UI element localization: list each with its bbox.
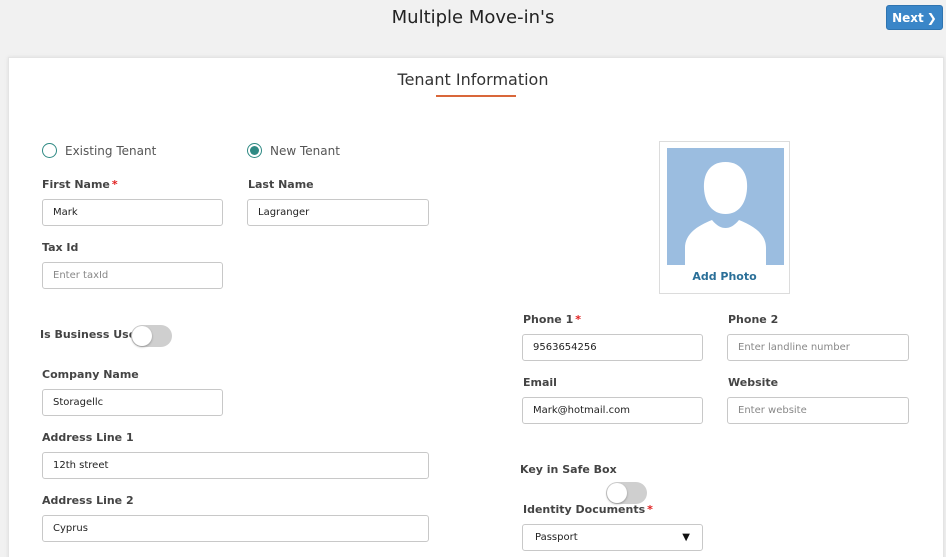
business-user-toggle[interactable] <box>131 325 172 347</box>
photo-card: Add Photo <box>659 141 790 294</box>
address-line-2-input[interactable]: Cyprus <box>42 515 429 542</box>
address-line-1-label: Address Line 1 <box>42 431 134 444</box>
chevron-right-icon: ❯ <box>926 10 937 25</box>
last-name-label: Last Name <box>248 178 314 191</box>
tax-id-input[interactable]: Enter taxId <box>42 262 223 289</box>
page-title: Multiple Move-in's <box>391 7 555 28</box>
next-button[interactable]: Next ❯ <box>886 5 943 30</box>
email-input[interactable]: Mark@hotmail.com <box>522 397 703 424</box>
phone-1-label: Phone 1 * <box>523 313 581 326</box>
tax-id-label: Tax Id <box>42 241 79 254</box>
section-title: Tenant Information <box>397 70 549 89</box>
last-name-input[interactable]: Lagranger <box>247 199 429 226</box>
phone-1-input[interactable]: 9563654256 <box>522 334 703 361</box>
identity-documents-value: Passport <box>535 532 578 543</box>
phone-2-input[interactable]: Enter landline number <box>727 334 909 361</box>
first-name-input[interactable]: Mark <box>42 199 223 226</box>
caret-down-icon: ▼ <box>682 532 690 543</box>
add-photo-link[interactable]: Add Photo <box>660 270 789 283</box>
existing-tenant-radio[interactable] <box>42 143 57 158</box>
address-line-2-label: Address Line 2 <box>42 494 134 507</box>
company-name-label: Company Name <box>42 368 139 381</box>
business-user-label: Is Business User <box>40 328 142 341</box>
section-title-underline <box>436 95 516 97</box>
first-name-label: First Name * <box>42 178 118 191</box>
toggle-knob <box>607 483 627 503</box>
email-label: Email <box>523 376 557 389</box>
next-button-label: Next <box>892 10 924 25</box>
key-safe-box-toggle[interactable] <box>606 482 647 504</box>
new-tenant-radio[interactable] <box>247 143 262 158</box>
new-tenant-label[interactable]: New Tenant <box>270 144 340 158</box>
identity-documents-label: Identity Documents * <box>523 503 653 516</box>
toggle-knob <box>132 326 152 346</box>
user-avatar-icon[interactable] <box>667 148 784 265</box>
website-input[interactable]: Enter website <box>727 397 909 424</box>
existing-tenant-label[interactable]: Existing Tenant <box>65 144 156 158</box>
identity-documents-select[interactable]: Passport ▼ <box>522 524 703 551</box>
required-asterisk: * <box>111 178 118 191</box>
company-name-input[interactable]: Storagellc <box>42 389 223 416</box>
website-label: Website <box>728 376 779 389</box>
address-line-1-input[interactable]: 12th street <box>42 452 429 479</box>
required-asterisk: * <box>575 313 581 326</box>
key-safe-box-label: Key in Safe Box <box>520 463 617 476</box>
phone-2-label: Phone 2 <box>728 313 779 326</box>
required-asterisk: * <box>647 503 653 516</box>
tenant-form-card <box>8 57 944 557</box>
radio-selected-dot <box>250 146 259 155</box>
